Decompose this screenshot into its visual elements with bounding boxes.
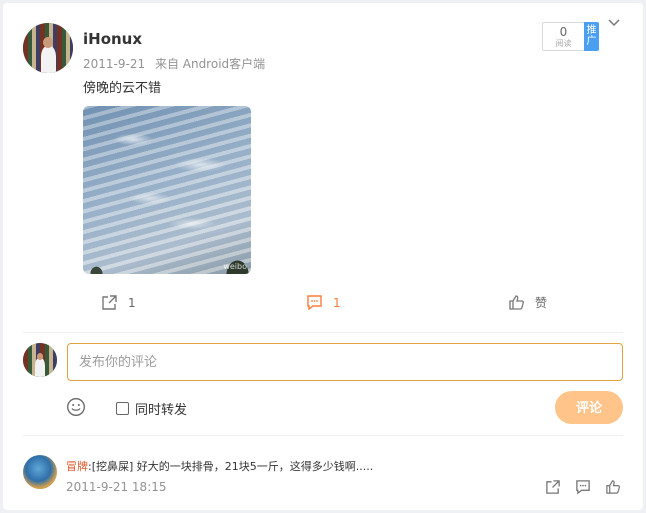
divider <box>23 435 623 436</box>
comment-button[interactable]: 1 <box>306 294 341 311</box>
like-button[interactable]: 赞 <box>508 294 547 311</box>
repost-button[interactable]: 1 <box>101 294 136 311</box>
post-source: 来自 Android客户端 <box>154 57 266 71</box>
author-avatar[interactable] <box>23 23 73 73</box>
comment-actions <box>545 479 621 495</box>
post-date[interactable]: 2011-9-21 <box>83 57 145 71</box>
current-user-avatar[interactable] <box>23 343 57 377</box>
weibo-post-card: iHonux 2011-9-21 来自 Android客户端 傍晚的云不错 0 … <box>3 3 643 510</box>
share-icon[interactable] <box>545 479 561 495</box>
comment-item: 冒牌:[挖鼻屎] 好大的一块排骨，21块5一斤，这得多少钱啊..... <box>66 458 373 474</box>
submit-comment-button[interactable]: 评论 <box>555 391 623 424</box>
divider <box>23 332 623 333</box>
like-label: 赞 <box>535 296 548 310</box>
post-text: 傍晚的云不错 <box>83 81 162 96</box>
promote-button[interactable]: 推广 <box>584 22 599 51</box>
comment-input[interactable] <box>67 343 623 381</box>
repost-checkbox-label: 同时转发 <box>135 403 188 418</box>
share-icon <box>102 295 117 310</box>
comment-time: 2011-9-21 18:15 <box>66 480 167 494</box>
chevron-down-icon[interactable] <box>607 17 621 29</box>
read-label: 阅读 <box>555 39 572 48</box>
read-count: 0 <box>559 25 568 39</box>
checkbox-box[interactable] <box>116 402 129 415</box>
emoji-icon[interactable] <box>66 397 86 417</box>
comment-author-avatar[interactable] <box>23 455 57 489</box>
comment-author-name[interactable]: 冒牌 <box>66 460 88 473</box>
repost-count: 1 <box>128 295 136 310</box>
comment-icon[interactable] <box>575 479 591 495</box>
comment-count: 1 <box>333 295 341 310</box>
thumbs-up-icon[interactable] <box>605 479 621 495</box>
post-meta: 2011-9-21 来自 Android客户端 <box>83 55 271 72</box>
author-username[interactable]: iHonux <box>83 30 142 48</box>
read-count-box: 0 阅读 <box>542 22 585 51</box>
image-watermark: weibo <box>223 262 247 271</box>
comment-icon <box>307 295 322 311</box>
post-image[interactable]: weibo <box>83 106 251 274</box>
repost-checkbox[interactable]: 同时转发 <box>116 399 187 418</box>
thumbs-up-icon <box>509 295 524 310</box>
comment-text: :[挖鼻屎] 好大的一块排骨，21块5一斤，这得多少钱啊..... <box>88 460 374 473</box>
